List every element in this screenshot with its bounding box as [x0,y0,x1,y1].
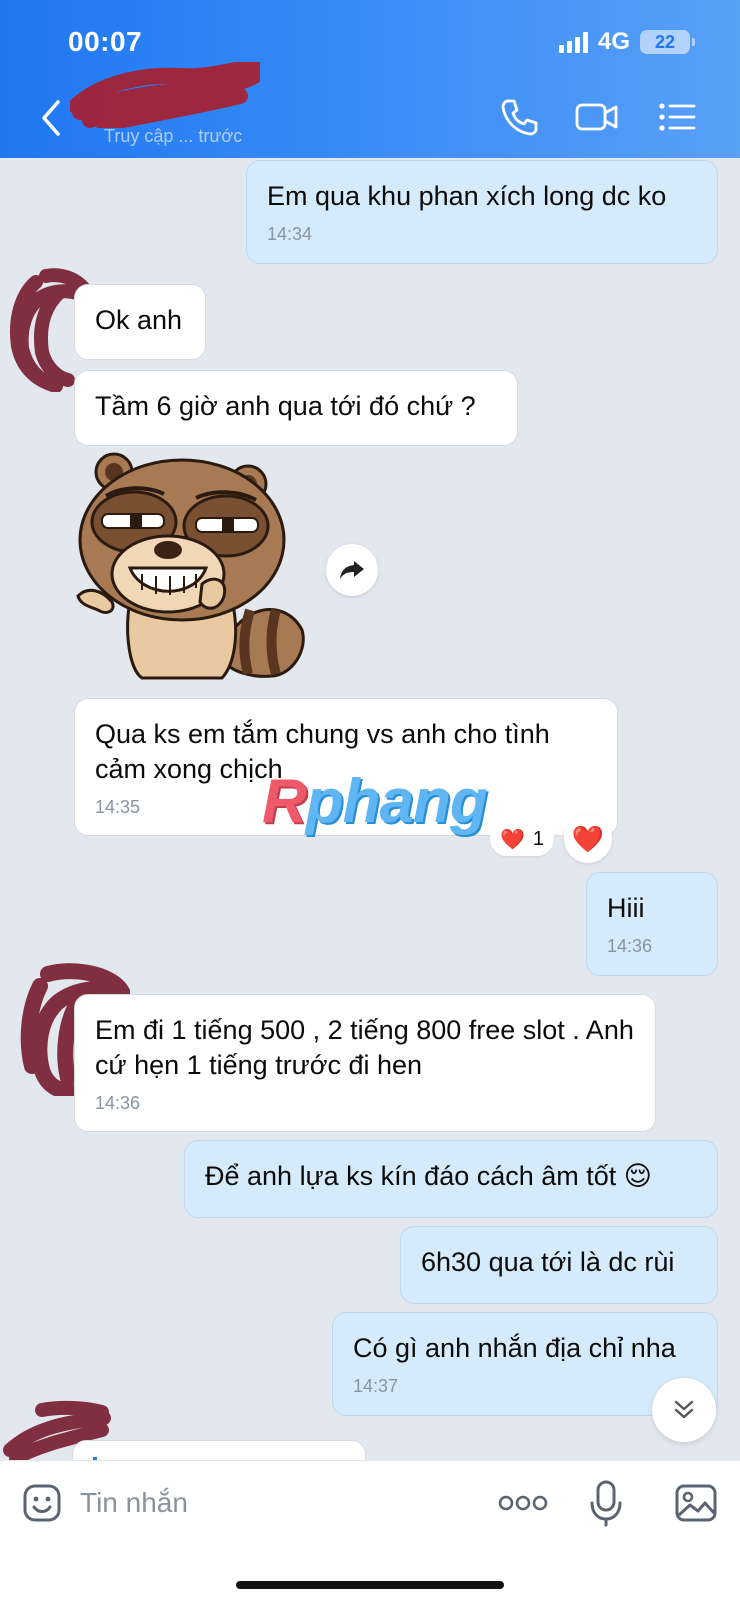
network-type: 4G [597,28,630,55]
message-outgoing[interactable]: Hiii 14:36 [586,872,718,976]
message-text: Hiii [607,893,645,923]
phone-icon[interactable] [498,96,540,138]
raccoon-sticker[interactable] [72,450,306,680]
list-menu-icon[interactable] [656,96,698,138]
status-indicators: 4G 22 [558,28,695,56]
message-time: 14:36 [95,1093,141,1113]
message-outgoing[interactable]: 6h30 qua tới là dc rùi [400,1226,718,1304]
microphone-icon[interactable] [588,1479,624,1527]
message-outgoing[interactable]: Để anh lựa ks kín đáo cách âm tốt 😌 [184,1140,718,1218]
status-time: 00:07 [68,26,143,57]
watermark-logo: Rphang [262,766,488,837]
message-text: Có gì anh nhắn địa chỉ nha [353,1333,676,1363]
smiley-sticker-icon[interactable] [22,1483,62,1523]
message-composer [0,1460,740,1600]
redacted-contact-name [70,62,260,128]
home-indicator [236,1581,504,1589]
double-chevron-down-icon [674,1400,694,1419]
reaction-count: 1 [532,827,545,850]
chevron-left-icon[interactable] [36,98,66,138]
scroll-to-bottom-button[interactable] [652,1378,716,1442]
message-outgoing[interactable]: Em qua khu phan xích long dc ko 14:34 [246,160,718,264]
message-text: Em đi 1 tiếng 500 , 2 tiếng 800 free slo… [95,1015,634,1080]
message-time: 14:37 [353,1376,399,1396]
chat-header: 00:07 4G 22 Truy cập ... trước [0,0,740,158]
message-incoming[interactable]: Tầm 6 giờ anh qua tới đó chứ ? [74,370,518,446]
image-icon[interactable] [674,1483,718,1523]
signal-icon [558,31,588,53]
message-text: Ok anh [95,305,183,335]
message-text: Em qua khu phan xích long dc ko [267,181,667,211]
battery-level: 22 [654,31,676,52]
more-dots-icon[interactable] [498,1491,548,1515]
share-button[interactable] [326,544,378,596]
message-text: Tầm 6 giờ anh qua tới đó chứ ? [95,391,476,421]
message-input[interactable] [80,1479,380,1527]
forward-arrow-icon [340,561,364,579]
message-time: 14:36 [607,936,653,956]
watermark-text: phang [305,767,488,836]
message-incoming[interactable]: Ok anh [74,284,206,360]
message-text: 6h30 qua tới là dc rùi [421,1247,675,1277]
message-time: 14:34 [267,224,313,244]
message-text: Để anh lựa ks kín đáo cách âm tốt 😌 [205,1161,652,1191]
contact-last-seen: Truy cập ... trước [104,126,243,146]
battery-icon: 22 [640,30,695,54]
watermark-letter: R [262,767,307,836]
reaction-summary[interactable]: ❤️ 1 [490,822,555,856]
video-camera-icon[interactable] [574,96,620,138]
heart-icon: ❤️ [571,823,605,854]
reaction-heart-icon: ❤️ [500,828,525,851]
react-button[interactable]: ❤️ [564,815,612,863]
message-incoming[interactable]: Em đi 1 tiếng 500 , 2 tiếng 800 free slo… [74,994,656,1132]
